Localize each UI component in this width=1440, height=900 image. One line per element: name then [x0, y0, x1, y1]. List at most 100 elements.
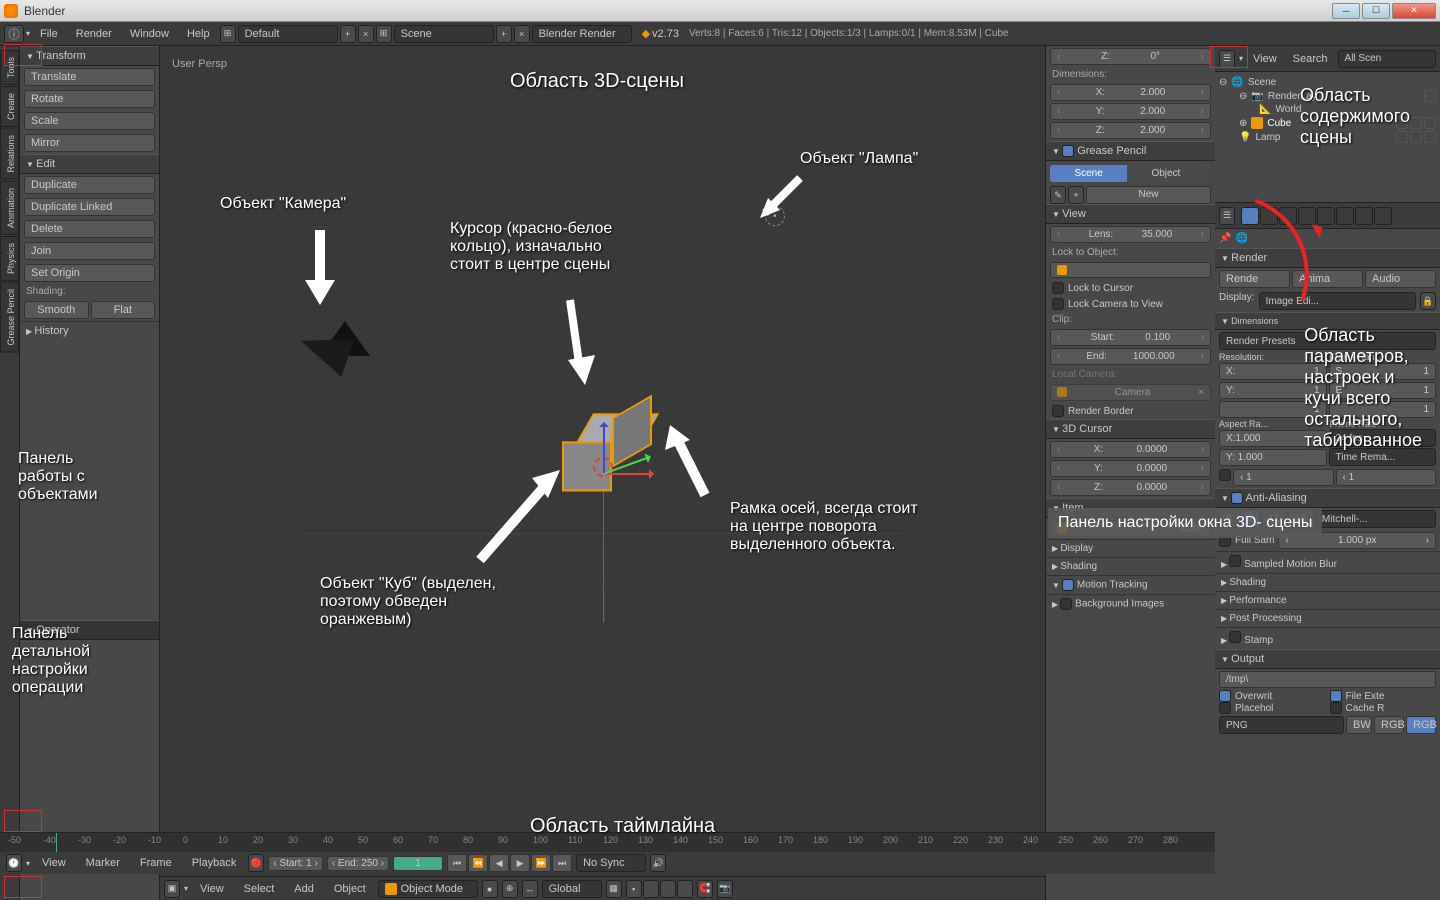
aspect-y-field[interactable]: Y: 1.000 — [1219, 449, 1327, 466]
tree-world[interactable]: World — [1275, 104, 1301, 115]
gp-header[interactable]: Grease Pencil — [1046, 141, 1215, 161]
clip-end-field[interactable]: ‹End:1000.000› — [1050, 348, 1211, 365]
end-frame-field[interactable]: ‹ End: 250 › — [327, 856, 389, 871]
play-button[interactable]: ▶ — [510, 854, 530, 872]
tl-playback[interactable]: Playback — [184, 855, 245, 871]
placeholder-check[interactable]: Placehol — [1219, 702, 1326, 714]
output-header[interactable]: Output — [1215, 649, 1440, 669]
manipulator-icon[interactable]: ↔ — [522, 880, 538, 898]
cursor-x-field[interactable]: ‹X:0.0000› — [1050, 441, 1211, 458]
vtab-animation[interactable]: Animation — [0, 181, 19, 235]
add-scene-button[interactable]: + — [496, 25, 512, 43]
viewport-3d[interactable]: User Persp (1) Cube ▣ ▾ View Select Add — [160, 46, 1045, 900]
edit-header[interactable]: Edit — [20, 154, 159, 174]
camera-field[interactable]: Camera× — [1050, 384, 1211, 401]
tree-lamp[interactable]: Lamp — [1255, 132, 1280, 143]
format-dropdown[interactable]: PNG — [1219, 716, 1344, 734]
shading-icon[interactable]: ● — [482, 880, 498, 898]
flat-button[interactable]: Flat — [91, 301, 156, 319]
orientation-dropdown[interactable]: Global — [542, 880, 602, 898]
translate-button[interactable]: Translate — [24, 68, 155, 86]
layers-icon[interactable]: ▦ — [606, 880, 622, 898]
duplicate-button[interactable]: Duplicate — [24, 176, 155, 194]
jump-end-button[interactable]: ⏭ — [552, 854, 572, 872]
maximize-button[interactable]: ☐ — [1362, 3, 1390, 19]
old-field[interactable]: ‹ 1 — [1233, 469, 1334, 486]
set-origin-button[interactable]: Set Origin — [24, 264, 155, 282]
camera-object[interactable] — [280, 326, 350, 366]
scene-dropdown[interactable]: Scene — [394, 25, 494, 43]
close-button[interactable]: ✕ — [1392, 3, 1436, 19]
plus-icon[interactable]: + — [1068, 186, 1084, 204]
border-check[interactable] — [1219, 469, 1231, 481]
play-rev-button[interactable]: ◀ — [489, 854, 509, 872]
prop-tab-modifier[interactable] — [1355, 207, 1373, 225]
speaker-icon[interactable]: 🔊 — [650, 854, 666, 872]
render-icon[interactable]: 📷 — [717, 880, 733, 898]
cache-check[interactable]: Cache R — [1330, 702, 1437, 714]
history-panel[interactable]: History — [20, 321, 159, 340]
scale-button[interactable]: Scale — [24, 112, 155, 130]
tl-marker[interactable]: Marker — [78, 855, 128, 871]
motion-panel[interactable]: Motion Tracking — [1046, 575, 1215, 594]
tree-scene[interactable]: Scene — [1248, 77, 1276, 88]
new-button[interactable]: New — [1086, 186, 1211, 204]
smb-panel[interactable]: Sampled Motion Blur — [1215, 551, 1440, 573]
renderer-dropdown[interactable]: Blender Render — [532, 25, 632, 43]
shading-panel[interactable]: Shading — [1046, 557, 1215, 575]
sync-dropdown[interactable]: No Sync — [576, 854, 646, 872]
audio-button[interactable]: Audio — [1365, 270, 1436, 288]
dim-y-field[interactable]: ‹Y:2.000› — [1050, 103, 1211, 120]
del-layout-button[interactable]: × — [358, 25, 374, 43]
duplicate-linked-button[interactable]: Duplicate Linked — [24, 198, 155, 216]
display-panel[interactable]: Display — [1046, 539, 1215, 557]
lock-cursor-check[interactable]: Lock to Cursor — [1046, 280, 1215, 296]
outliner-view[interactable]: View — [1247, 53, 1283, 65]
menu-add[interactable]: Add — [286, 881, 322, 897]
rotate-button[interactable]: Rotate — [24, 90, 155, 108]
clip-start-field[interactable]: ‹Start:0.100› — [1050, 329, 1211, 346]
render-border-check[interactable]: Render Border — [1046, 403, 1215, 419]
current-frame-field[interactable]: 1 — [393, 856, 443, 871]
tl-frame[interactable]: Frame — [132, 855, 180, 871]
dim-z-field[interactable]: ‹Z:2.000› — [1050, 122, 1211, 139]
brush-icon[interactable]: ✎ — [1050, 186, 1066, 204]
bw-button[interactable]: BW — [1346, 716, 1372, 734]
jump-start-button[interactable]: ⏮ — [447, 854, 467, 872]
menu-view[interactable]: View — [192, 881, 232, 897]
rot-z-field[interactable]: ‹Z:0°› — [1050, 48, 1211, 65]
add-layout-button[interactable]: + — [340, 25, 356, 43]
post-panel[interactable]: Post Processing — [1215, 609, 1440, 627]
filter-dropdown[interactable]: Mitchell-... — [1315, 510, 1436, 528]
shading-panel2[interactable]: Shading — [1215, 573, 1440, 591]
del-scene-button[interactable]: × — [514, 25, 530, 43]
info-icon[interactable]: ⓘ — [4, 25, 24, 43]
new-field[interactable]: ‹ 1 — [1336, 469, 1437, 486]
autokey-icon[interactable]: 🔴 — [248, 854, 264, 872]
view-header[interactable]: View — [1046, 204, 1215, 224]
menu-render[interactable]: Render — [68, 26, 120, 42]
tl-view[interactable]: View — [34, 855, 74, 871]
vtab-physics[interactable]: Physics — [0, 236, 19, 281]
vtab-grease[interactable]: Grease Pencil — [0, 282, 19, 353]
delete-button[interactable]: Delete — [24, 220, 155, 238]
scene-browse-icon[interactable]: ⊞ — [376, 25, 392, 43]
lens-field[interactable]: ‹Lens:35.000› — [1050, 226, 1211, 243]
menu-object[interactable]: Object — [326, 881, 374, 897]
gp-object-button[interactable]: Object — [1127, 165, 1204, 182]
lock-icon[interactable]: 🔒 — [1420, 292, 1436, 310]
gp-scene-button[interactable]: Scene — [1050, 165, 1127, 182]
cursor-header[interactable]: 3D Cursor — [1046, 419, 1215, 439]
menu-window[interactable]: Window — [122, 26, 177, 42]
tree-cube[interactable]: Cube — [1267, 118, 1291, 129]
cursor-y-field[interactable]: ‹Y:0.0000› — [1050, 460, 1211, 477]
menu-help[interactable]: Help — [179, 26, 218, 42]
mirror-button[interactable]: Mirror — [24, 134, 155, 152]
rgba-button[interactable]: RGB — [1406, 716, 1436, 734]
layout-dropdown[interactable]: Default — [238, 25, 338, 43]
prop-tab-data[interactable] — [1374, 207, 1392, 225]
join-button[interactable]: Join — [24, 242, 155, 260]
vtab-create[interactable]: Create — [0, 86, 19, 127]
timeline-icon[interactable]: 🕐 — [6, 854, 22, 872]
snap-icon[interactable]: 🧲 — [697, 880, 713, 898]
